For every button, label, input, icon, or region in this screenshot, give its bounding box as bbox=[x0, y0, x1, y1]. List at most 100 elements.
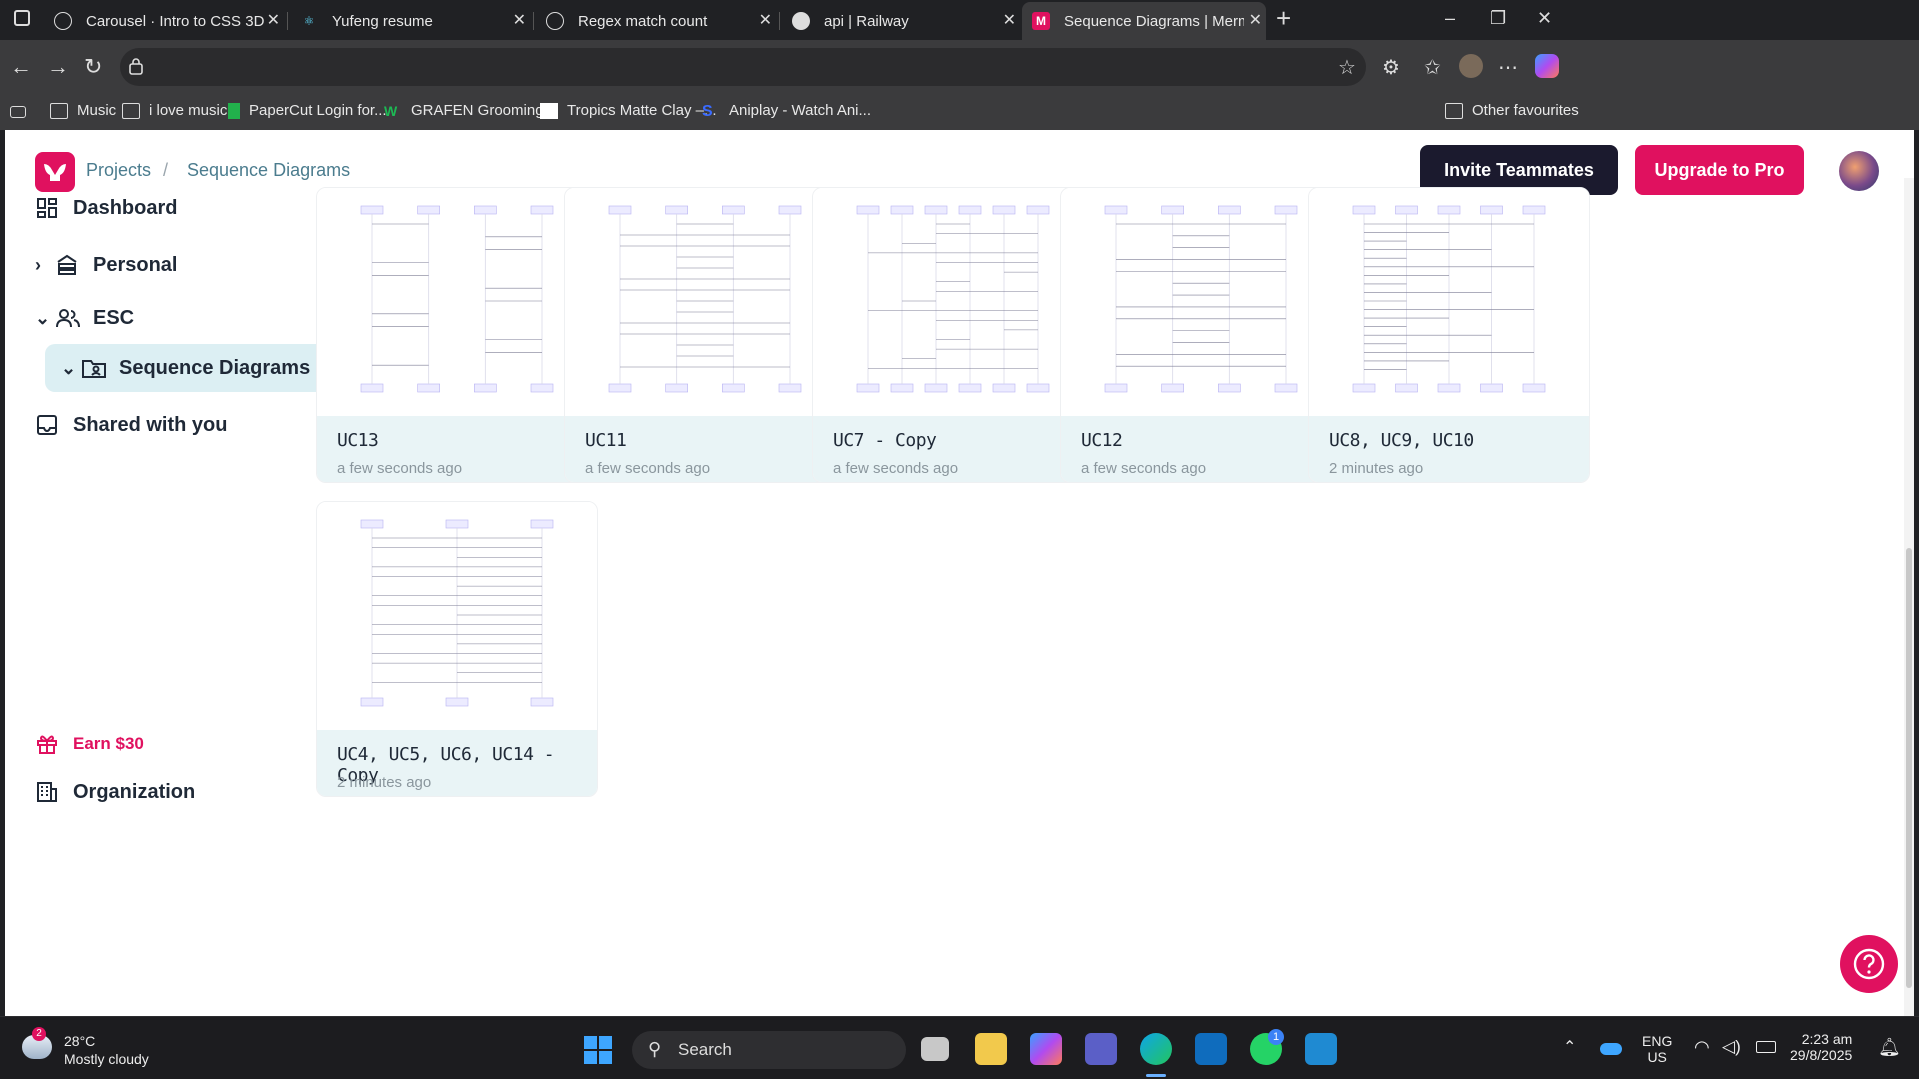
breadcrumb-sequence-diagrams[interactable]: Sequence Diagrams bbox=[187, 160, 350, 181]
tab-sequence-diagrams[interactable]: M Sequence Diagrams | Mermaid Ch ✕ bbox=[1022, 2, 1266, 40]
weather-widget[interactable]: 2 28°C Mostly cloudy bbox=[18, 1027, 198, 1071]
breadcrumb-projects[interactable]: Projects bbox=[86, 160, 151, 181]
sidebar-item-sequence-diagrams[interactable]: ⌄ Sequence Diagrams bbox=[61, 356, 310, 380]
mermaid-logo[interactable] bbox=[35, 152, 75, 192]
address-bar[interactable] bbox=[120, 48, 1366, 86]
close-window-button[interactable]: ✕ bbox=[1537, 8, 1552, 29]
bookmark-music[interactable]: Music bbox=[50, 102, 116, 119]
restore-button[interactable]: ❐ bbox=[1490, 8, 1506, 29]
wifi-icon[interactable]: ◠ bbox=[1694, 1037, 1710, 1058]
diagram-card[interactable]: UC13 a few seconds ago bbox=[316, 187, 598, 483]
diagram-card[interactable]: UC4, UC5, UC6, UC14 - Copy 2 minutes ago bbox=[316, 501, 598, 797]
new-tab-button[interactable]: + bbox=[1276, 3, 1291, 34]
sidebar-item-personal[interactable]: › Personal bbox=[35, 253, 177, 277]
lang-label: ENG bbox=[1642, 1033, 1673, 1049]
diagram-thumbnail bbox=[317, 502, 597, 730]
railway-icon bbox=[792, 12, 810, 30]
start-icon[interactable] bbox=[584, 1036, 612, 1064]
diagram-card[interactable]: UC11 a few seconds ago bbox=[564, 187, 846, 483]
favorite-star-icon[interactable]: ☆ bbox=[1338, 55, 1356, 80]
edge-icon[interactable] bbox=[1140, 1033, 1172, 1065]
sidebar-item-shared[interactable]: Shared with you bbox=[35, 413, 227, 437]
globe-icon bbox=[54, 12, 72, 30]
diagram-card[interactable]: UC7 - Copy a few seconds ago bbox=[812, 187, 1094, 483]
sidebar-item-esc[interactable]: ⌄ ESC bbox=[35, 306, 134, 330]
sidebar-item-organization[interactable]: Organization bbox=[35, 780, 195, 804]
other-favourites[interactable]: Other favourites bbox=[1445, 102, 1579, 119]
chevron-down-icon[interactable]: ⌄ bbox=[61, 358, 76, 379]
language-indicator[interactable]: ENG US bbox=[1642, 1033, 1672, 1065]
scroll-thumb[interactable] bbox=[1906, 548, 1912, 988]
bookmark-tropics[interactable]: Tropics Matte Clay –... bbox=[540, 102, 717, 119]
bookmark-papercut[interactable]: PaperCut Login for... bbox=[228, 102, 387, 119]
card-title: UC8, UC9, UC10 bbox=[1329, 430, 1474, 451]
forward-icon[interactable]: → bbox=[47, 54, 69, 80]
card-meta: UC7 - Copy a few seconds ago bbox=[813, 416, 1093, 482]
back-icon[interactable]: ← bbox=[10, 54, 32, 80]
bookmark-label: Tropics Matte Clay –... bbox=[567, 102, 717, 119]
diagram-card[interactable]: UC8, UC9, UC10 2 minutes ago bbox=[1308, 187, 1590, 483]
papercut-icon bbox=[228, 102, 240, 119]
bookmark-label: Aniplay - Watch Ani... bbox=[729, 102, 872, 119]
tray-overflow-icon[interactable]: ⌃ bbox=[1563, 1037, 1576, 1057]
file-explorer-icon[interactable] bbox=[975, 1033, 1007, 1065]
search-icon: ⚲ bbox=[648, 1039, 662, 1059]
sidebar-item-earn[interactable]: Earn $30 bbox=[35, 732, 144, 756]
notifications-icon[interactable]: 🔔︎ bbox=[1878, 1037, 1901, 1058]
card-time: 2 minutes ago bbox=[337, 774, 432, 791]
bookmark-i-love-music[interactable]: i love music bbox=[122, 102, 227, 119]
clock[interactable]: 2:23 am 29/8/2025 bbox=[1790, 1031, 1852, 1063]
tab-regex-match-count[interactable]: Regex match count ✕ bbox=[536, 6, 776, 36]
chevron-down-icon[interactable]: ⌄ bbox=[35, 308, 50, 329]
help-button[interactable] bbox=[1840, 935, 1898, 993]
weather-desc: Mostly cloudy bbox=[64, 1051, 149, 1067]
card-time: a few seconds ago bbox=[585, 460, 711, 477]
profile-icon[interactable] bbox=[1459, 54, 1483, 78]
more-icon[interactable]: ⋯ bbox=[1498, 55, 1518, 80]
tab-title: Carousel · Intro to CSS 3D transfo bbox=[86, 12, 266, 30]
diagram-card[interactable]: UC12 a few seconds ago bbox=[1060, 187, 1342, 483]
tab-railway[interactable]: api | Railway ✕ bbox=[782, 6, 1020, 36]
extensions-icon[interactable]: ⚙ bbox=[1382, 55, 1400, 80]
bookmark-label: GRAFEN Grooming... bbox=[411, 102, 557, 119]
bookmark-label: Other favourites bbox=[1472, 102, 1579, 119]
vscode-icon[interactable] bbox=[1305, 1033, 1337, 1065]
diagram-thumbnail bbox=[1061, 188, 1341, 416]
close-icon[interactable]: ✕ bbox=[1249, 10, 1262, 30]
lock-icon[interactable] bbox=[128, 57, 144, 75]
task-view-icon[interactable] bbox=[921, 1037, 949, 1061]
copilot-app-icon[interactable] bbox=[1030, 1033, 1062, 1065]
bookmark-aniplay[interactable]: S Aniplay - Watch Ani... bbox=[702, 102, 872, 120]
close-icon[interactable]: ✕ bbox=[759, 10, 772, 30]
tab-carousel[interactable]: Carousel · Intro to CSS 3D transfo ✕ bbox=[44, 6, 284, 36]
taskbar-search[interactable]: ⚲ Search bbox=[632, 1031, 906, 1069]
outlook-icon[interactable] bbox=[1195, 1033, 1227, 1065]
chevron-right-icon[interactable]: › bbox=[35, 255, 47, 276]
card-time: 2 minutes ago bbox=[1329, 460, 1424, 477]
close-icon[interactable]: ✕ bbox=[513, 10, 526, 30]
favorites-icon[interactable]: ✩ bbox=[1424, 55, 1441, 80]
minimize-button[interactable]: – bbox=[1445, 8, 1455, 29]
bookmark-grafen[interactable]: W GRAFEN Grooming... bbox=[384, 102, 556, 119]
close-icon[interactable]: ✕ bbox=[1003, 10, 1016, 30]
card-title: UC7 - Copy bbox=[833, 430, 937, 451]
folder-icon bbox=[1445, 102, 1463, 119]
page-scrollbar[interactable] bbox=[1904, 178, 1914, 1016]
avatar[interactable] bbox=[1839, 151, 1879, 191]
region-label: US bbox=[1647, 1049, 1667, 1065]
reload-icon[interactable]: ↻ bbox=[84, 54, 102, 80]
tab-yufeng-resume[interactable]: ⚛ Yufeng resume ✕ bbox=[290, 6, 530, 36]
close-icon[interactable]: ✕ bbox=[267, 10, 280, 30]
battery-icon[interactable] bbox=[1756, 1041, 1776, 1053]
collections-icon[interactable] bbox=[10, 106, 26, 118]
upgrade-to-pro-button[interactable]: Upgrade to Pro bbox=[1635, 145, 1804, 195]
sidebar-item-dashboard[interactable]: Dashboard bbox=[35, 196, 177, 220]
card-title: UC11 bbox=[585, 430, 627, 451]
teams-icon[interactable] bbox=[1085, 1033, 1117, 1065]
tab-actions-icon[interactable] bbox=[14, 10, 30, 26]
onedrive-icon[interactable] bbox=[1600, 1043, 1622, 1055]
copilot-icon[interactable] bbox=[1535, 54, 1559, 78]
aniplay-icon: S bbox=[702, 102, 713, 120]
sequence-diagram-preview bbox=[1352, 205, 1546, 393]
volume-icon[interactable]: ◁) bbox=[1722, 1037, 1741, 1057]
